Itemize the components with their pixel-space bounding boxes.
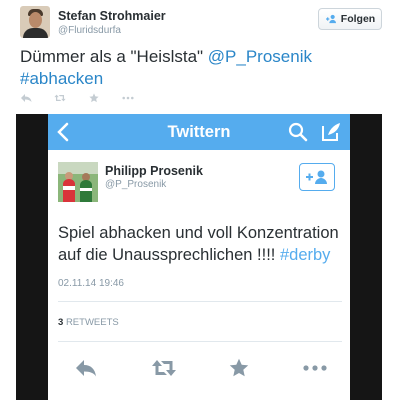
phone-screen: Twittern Philipp Prosenik @P_Prosenik Sp… xyxy=(48,114,350,400)
follow-label: Folgen xyxy=(340,13,376,25)
more-icon xyxy=(303,365,327,371)
favorite-icon xyxy=(229,358,249,377)
add-user-icon xyxy=(325,14,336,24)
tweet-photo[interactable]: Twittern Philipp Prosenik @P_Prosenik Sp… xyxy=(16,114,382,400)
follow-button[interactable]: Folgen xyxy=(318,8,382,30)
author-handle[interactable]: @Fluridsdurfa xyxy=(58,25,121,36)
retweet-count: 3 RETWEETS xyxy=(58,317,119,328)
reply-icon xyxy=(76,360,96,377)
compose-icon xyxy=(322,123,340,141)
favorite-icon[interactable] xyxy=(88,93,100,103)
inner-author-handle: @P_Prosenik xyxy=(105,179,167,190)
inner-author-name: Philipp Prosenik xyxy=(105,164,203,178)
divider xyxy=(58,301,342,302)
search-icon xyxy=(288,122,308,142)
tweet-text-plain: Dümmer als a "Heislsta" xyxy=(20,47,208,66)
divider xyxy=(58,341,342,342)
inner-timestamp: 02.11.14 19:46 xyxy=(58,278,124,289)
inner-tweet-actions xyxy=(48,356,350,380)
author-name[interactable]: Stefan Strohmaier xyxy=(58,9,166,23)
more-icon[interactable] xyxy=(122,93,134,103)
inner-author-avatar xyxy=(58,162,98,202)
retweet-icon xyxy=(152,360,176,376)
inner-follow-button xyxy=(299,163,335,191)
inner-tweet-text: Spiel abhacken und voll Konzentration au… xyxy=(58,222,348,266)
tweet-text: Dümmer als a "Heislsta" @P_Prosenik #abh… xyxy=(20,46,380,90)
retweet-count-label: RETWEETS xyxy=(65,317,119,328)
author-avatar[interactable] xyxy=(20,6,50,38)
inner-hashtag: #derby xyxy=(279,246,331,264)
hashtag-link[interactable]: #abhacken xyxy=(20,69,103,88)
tweet-actions xyxy=(20,93,134,103)
app-bar: Twittern xyxy=(48,114,350,150)
retweet-icon[interactable] xyxy=(54,93,66,103)
tweet-header: Stefan Strohmaier @Fluridsdurfa Folgen xyxy=(20,6,390,40)
mention-link[interactable]: @P_Prosenik xyxy=(208,47,312,66)
retweet-count-value: 3 xyxy=(58,317,64,328)
reply-icon[interactable] xyxy=(20,93,32,103)
add-user-icon xyxy=(306,170,327,184)
